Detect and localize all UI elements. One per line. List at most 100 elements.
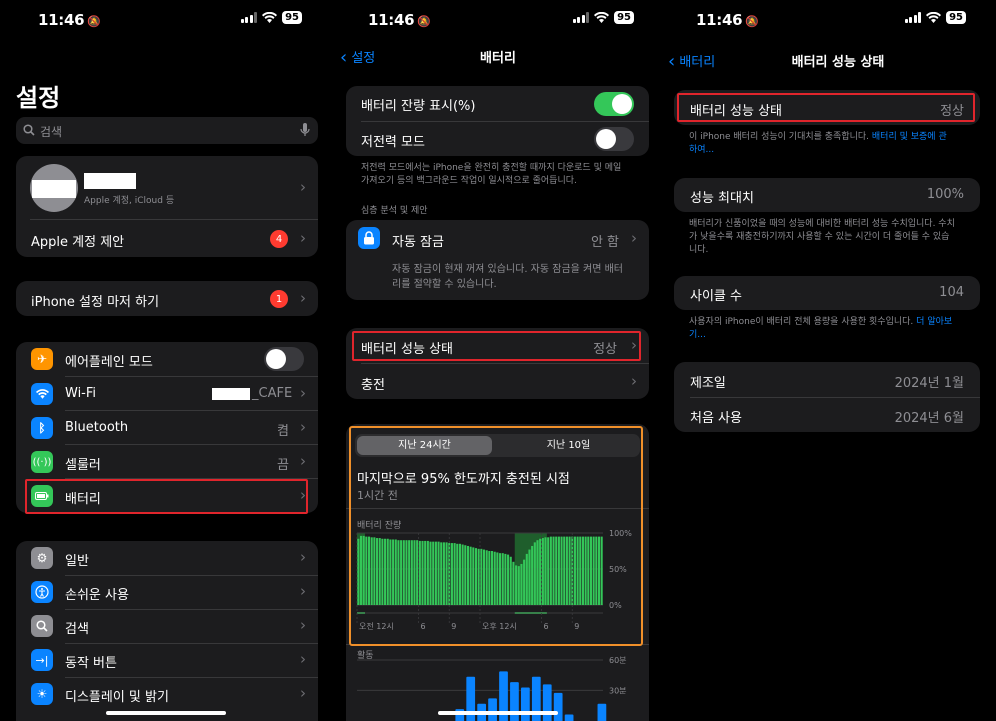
lock-icon [358, 227, 380, 249]
general-label: 일반 [65, 554, 89, 569]
gear-icon: ⚙ [31, 547, 53, 569]
battery-level-badge: 95 [614, 11, 634, 24]
action-button-row[interactable]: →| 동작 버튼 › [16, 644, 318, 677]
chart-highlight [349, 426, 643, 646]
chevron-right-icon: › [300, 616, 306, 634]
battery-row-highlight [25, 479, 308, 514]
chevron-right-icon: › [300, 418, 306, 436]
account-suggestion-row[interactable]: Apple 계정 제안 4 › [16, 220, 318, 257]
airplane-mode-row: ✈ 에어플레인 모드 [16, 342, 318, 376]
account-subtitle: Apple 계정, iCloud 등 [84, 196, 175, 206]
notification-badge: 4 [270, 230, 288, 248]
battery-level-badge: 95 [282, 11, 302, 24]
cellular-row[interactable]: ((·)) 셀룰러 끔 › [16, 445, 318, 478]
max-capacity-value: 100% [926, 187, 964, 202]
activity-bar [488, 698, 497, 721]
account-suggestion-label: Apple 계정 제안 [31, 235, 125, 250]
charging-label: 충전 [361, 378, 385, 393]
battery-percent-toggle[interactable] [594, 92, 634, 116]
account-row[interactable]: Apple 계정, iCloud 등 › [16, 156, 318, 219]
y-tick-label: 60분 [609, 656, 627, 665]
general-group: ⚙ 일반 › 손쉬운 사용 › 검색 › →| 동작 버튼 › ☀ 디스플레이 … [16, 541, 318, 721]
cellular-signal-icon [240, 12, 258, 23]
auto-lock-label: 자동 잠금 [392, 235, 444, 250]
battery-percent-label: 배터리 잔량 표시(%) [361, 99, 476, 114]
display-row[interactable]: ☀ 디스플레이 및 밝기 › [16, 678, 318, 711]
battery-options-group: 배터리 잔량 표시(%) 저전력 모드 [346, 86, 649, 156]
battery-screen: 11:46 🔕 95 ‹ 설정 배터리 배터리 잔량 표시(%) 저전력 모드 저… [332, 0, 664, 721]
action-button-label: 동작 버튼 [65, 656, 117, 671]
search-placeholder: 검색 [40, 125, 63, 139]
home-indicator [106, 711, 226, 715]
activity-bar [553, 692, 563, 721]
max-capacity-label: 성능 최대치 [690, 191, 754, 206]
silent-bell-icon: 🔕 [417, 15, 431, 28]
account-group: Apple 계정, iCloud 등 › Apple 계정 제안 4 › [16, 156, 318, 257]
wifi-row[interactable]: Wi-Fi _CAFE › [16, 377, 318, 410]
microphone-icon[interactable] [300, 123, 310, 137]
first-use-label: 처음 사용 [690, 411, 742, 426]
battery-health-screen: 11:46 🔕 95 ‹ 배터리 배터리 성능 상태 배터리 성능 상태 정상 이… [664, 0, 996, 721]
search-field[interactable]: 검색 [16, 117, 318, 144]
bluetooth-row[interactable]: ᛒ Bluetooth 켬 › [16, 411, 318, 444]
insights-group: 자동 잠금 안 함 › 자동 잠금이 현재 꺼져 있습니다. 자동 잠금을 켜면… [346, 220, 649, 300]
search-row[interactable]: 검색 › [16, 610, 318, 643]
section-header: 심층 분석 및 제안 [361, 206, 428, 216]
activity-bar [597, 703, 607, 721]
bluetooth-label: Bluetooth [65, 420, 129, 435]
page-title: 배터리 성능 상태 [791, 55, 885, 70]
settings-screen: 11:46 🔕 95 설정 검색 Apple 계정, iCloud 등 › App… [0, 0, 332, 721]
health-status-highlight [677, 93, 975, 122]
wifi-icon [262, 12, 278, 23]
health-status-note: 이 iPhone 배터리 성능이 기대치를 충족합니다. 배터리 및 보증에 관… [689, 132, 947, 155]
accessibility-row[interactable]: 손쉬운 사용 › [16, 576, 318, 609]
cycle-count-note: 사용자의 iPhone이 배터리 전체 용량을 사용한 횟수입니다. 더 알아보… [689, 317, 953, 340]
search-label: 검색 [65, 622, 89, 637]
activity-bar [542, 684, 552, 721]
cellular-signal-icon [904, 12, 922, 23]
status-bar: 11:46 🔕 95 [664, 11, 996, 31]
chevron-right-icon: › [300, 229, 306, 247]
activity-bar [510, 682, 519, 721]
cellular-signal-icon [572, 12, 590, 23]
manufactured-value: 2024년 1월 [894, 376, 964, 391]
dates-group: 제조일 2024년 1월 처음 사용 2024년 6월 [674, 362, 980, 432]
charging-row[interactable]: 충전 › [346, 364, 649, 399]
status-bar: 11:46 🔕 95 [0, 11, 332, 31]
chevron-right-icon: › [300, 684, 306, 702]
chevron-right-icon: › [300, 384, 306, 402]
home-indicator [438, 711, 558, 715]
low-power-toggle[interactable] [594, 127, 634, 151]
battery-health-highlight [352, 331, 641, 361]
accessibility-icon [31, 581, 53, 603]
battery-percent-row: 배터리 잔량 표시(%) [346, 86, 649, 121]
chevron-right-icon: › [300, 289, 306, 307]
avatar [30, 164, 78, 212]
search-icon [23, 124, 35, 136]
general-row[interactable]: ⚙ 일반 › [16, 541, 318, 575]
manufactured-label: 제조일 [690, 376, 726, 391]
low-power-note: 저전력 모드에서는 iPhone을 완전히 충전할 때까지 다운로드 및 메일 … [361, 163, 622, 186]
wifi-label: Wi-Fi [65, 386, 97, 401]
cycle-count-group: 사이클 수 104 [674, 276, 980, 310]
max-capacity-note: 배터리가 신품이었을 때의 성능에 대비한 배터리 성능 수치입니다. 수치가 … [689, 219, 955, 255]
cellular-label: 셀룰러 [65, 458, 101, 473]
wifi-icon [926, 12, 942, 23]
finish-setup-row[interactable]: iPhone 설정 마저 하기 1 › [16, 281, 318, 316]
airplane-mode-toggle[interactable] [264, 347, 304, 371]
finish-setup-label: iPhone 설정 마저 하기 [31, 295, 160, 310]
accessibility-label: 손쉬운 사용 [65, 588, 129, 603]
first-use-value: 2024년 6월 [894, 411, 964, 426]
auto-lock-row[interactable]: 자동 잠금 안 함 › [346, 220, 649, 258]
chevron-right-icon: › [300, 650, 306, 668]
chevron-right-icon: › [631, 229, 637, 247]
bluetooth-value: 켬 [277, 424, 289, 439]
chevron-right-icon: › [300, 582, 306, 600]
status-time: 11:46 🔕 [38, 11, 101, 29]
activity-bar [564, 714, 574, 721]
silent-bell-icon: 🔕 [745, 15, 759, 28]
airplane-mode-label: 에어플레인 모드 [65, 355, 153, 370]
cycle-count-label: 사이클 수 [690, 289, 742, 304]
low-power-row: 저전력 모드 [346, 122, 649, 156]
notification-badge: 1 [270, 290, 288, 308]
